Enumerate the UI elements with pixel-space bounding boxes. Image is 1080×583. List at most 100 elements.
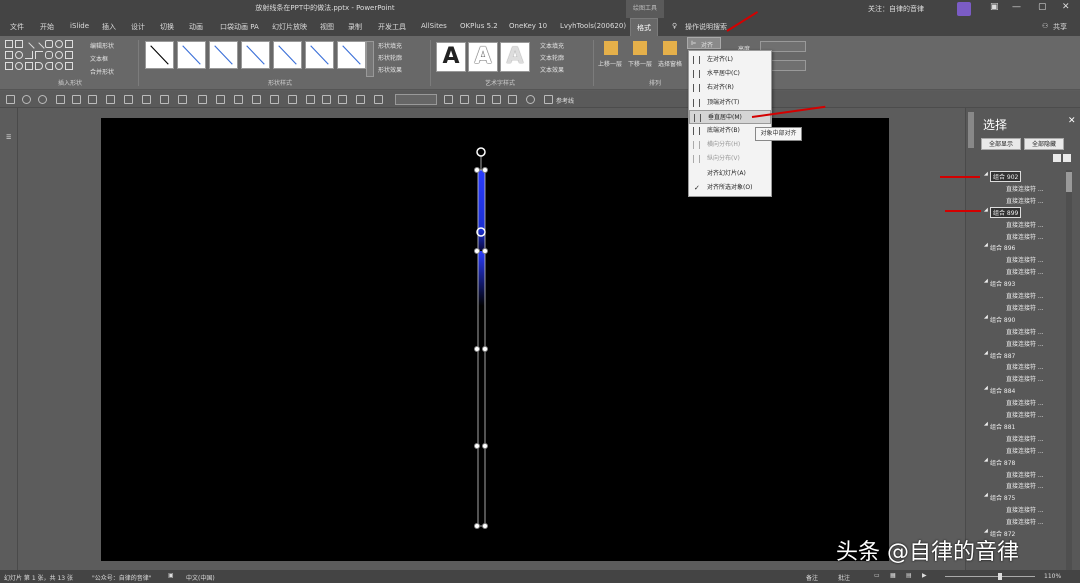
group-row[interactable]: ◢ 组合 893 <box>984 277 1066 289</box>
tab-animations[interactable]: 动画 <box>189 22 203 32</box>
shape-style-7[interactable] <box>337 41 366 69</box>
collapse-icon[interactable]: ◢ <box>984 350 988 356</box>
shapes-gallery[interactable] <box>5 40 80 76</box>
collapse-icon[interactable]: ◢ <box>984 242 988 248</box>
menu-item-align-left[interactable]: 左对齐(L) <box>689 53 771 67</box>
connector-row[interactable]: 直接连接符 ... <box>984 468 1066 480</box>
send-backward-icon[interactable] <box>633 41 647 55</box>
move-down-icon[interactable] <box>1063 154 1071 162</box>
collapse-icon[interactable]: ◢ <box>984 421 988 427</box>
tab-onekey[interactable]: OneKey 10 <box>509 22 547 30</box>
notes-button[interactable]: 备注 <box>806 573 818 582</box>
shape-style-1[interactable] <box>145 41 174 69</box>
format-painter-icon[interactable] <box>56 95 65 104</box>
menu-item-align-to-slide[interactable]: 对齐幻灯片(A) <box>689 167 771 181</box>
resize-handle[interactable] <box>482 248 488 254</box>
thumbnails-icon[interactable]: ☰ <box>6 134 11 141</box>
shape-fill-icon[interactable] <box>142 95 151 104</box>
connector-row[interactable]: 直接连接符 ... <box>984 289 1066 301</box>
connector-row[interactable]: 直接连接符 ... <box>984 337 1066 349</box>
resize-handle[interactable] <box>482 167 488 173</box>
collapse-icon[interactable]: ◢ <box>984 171 988 177</box>
connector-row[interactable]: 直接连接符 ... <box>984 360 1066 372</box>
tab-record[interactable]: 录制 <box>348 22 362 32</box>
collapse-icon[interactable]: ◢ <box>984 314 988 320</box>
align-button[interactable]: 对齐 ⊫ <box>687 37 721 49</box>
menu-item-align-selected[interactable]: ✓ 对齐所选对象(O) <box>689 181 771 195</box>
zoom-level[interactable]: 110% <box>1044 573 1061 580</box>
align-left-icon[interactable] <box>322 95 331 104</box>
merge-shapes-button[interactable]: 合并形状 <box>90 67 114 76</box>
ungroup-icon[interactable] <box>306 95 315 104</box>
resize-handle[interactable] <box>474 443 480 449</box>
tab-file[interactable]: 文件 <box>10 22 24 32</box>
maximize-icon[interactable]: ▢ <box>1038 2 1047 12</box>
image-icon[interactable] <box>444 95 453 104</box>
tab-pocket-animation[interactable]: 口袋动画 PA <box>220 22 259 32</box>
connector-row[interactable]: 直接连接符 ... <box>984 301 1066 313</box>
text-effects-button[interactable]: 文本效果 <box>540 65 564 74</box>
shape-fill-button[interactable]: 形状填充 <box>378 41 402 50</box>
close-icon[interactable]: ✕ <box>1062 2 1070 12</box>
slideshow-icon[interactable]: ▶ <box>922 572 927 579</box>
resize-handle[interactable] <box>474 167 480 173</box>
text-box-button[interactable]: 文本框 <box>90 54 108 63</box>
blue-bar-top[interactable] <box>478 170 485 250</box>
connector-row[interactable]: 直接连接符 ... <box>984 408 1066 420</box>
connector-row[interactable]: 直接连接符 ... <box>984 515 1066 527</box>
shape-style-3[interactable] <box>209 41 238 69</box>
shape-outline-button[interactable]: 形状轮廓 <box>378 53 402 62</box>
font-color-icon[interactable] <box>124 95 133 104</box>
tab-islide[interactable]: iSlide <box>70 22 89 30</box>
wordart-style-1[interactable]: A <box>436 42 466 72</box>
tab-insert[interactable]: 插入 <box>102 22 116 32</box>
tab-slideshow[interactable]: 幻灯片放映 <box>272 22 307 32</box>
share-icon[interactable]: ⚇ <box>1042 22 1048 30</box>
undo-icon[interactable] <box>22 95 31 104</box>
normal-view-icon[interactable]: ▭ <box>874 572 880 579</box>
text-highlight-icon[interactable] <box>338 95 347 104</box>
tab-developer[interactable]: 开发工具 <box>378 22 406 32</box>
tab-view[interactable]: 视图 <box>320 22 334 32</box>
pane-scrollbar-thumb[interactable] <box>1066 172 1072 192</box>
collapse-icon[interactable]: ◢ <box>984 492 988 498</box>
group-row[interactable]: ◢ 组合 884 <box>984 384 1066 396</box>
language-status[interactable]: 中文(中国) <box>186 573 215 582</box>
shape-style-4[interactable] <box>241 41 270 69</box>
reading-view-icon[interactable]: ▤ <box>906 572 912 579</box>
group-row[interactable]: ◢ 组合 878 <box>984 456 1066 468</box>
bring-front-icon[interactable] <box>374 95 383 104</box>
show-all-button[interactable]: 全部显示 <box>981 138 1021 150</box>
clear-icon[interactable] <box>492 95 501 104</box>
group-row[interactable]: ◢ 组合 896 <box>984 241 1066 253</box>
collapse-icon[interactable]: ◢ <box>984 207 988 213</box>
wordart-style-3[interactable]: A <box>500 42 530 72</box>
resize-handle[interactable] <box>482 346 488 352</box>
share-button[interactable]: 共享 <box>1053 22 1067 32</box>
comments-button[interactable]: 批注 <box>838 573 850 582</box>
group-row[interactable]: ◢ 组合 899 <box>984 206 1066 218</box>
resize-handle[interactable] <box>474 346 480 352</box>
distribute-icon[interactable] <box>216 95 225 104</box>
connector-row[interactable]: 直接连接符 ... <box>984 230 1066 242</box>
resize-handle[interactable] <box>482 523 488 529</box>
bring-forward-button[interactable]: 上移一层 <box>598 59 622 68</box>
ribbon-display-icon[interactable]: ▣ <box>990 2 999 12</box>
tab-allsites[interactable]: AllSites <box>421 22 447 30</box>
resize-handle[interactable] <box>474 523 480 529</box>
text-color-icon[interactable] <box>356 95 365 104</box>
collapse-icon[interactable]: ◢ <box>984 385 988 391</box>
tab-okplus[interactable]: OKPlus 5.2 <box>460 22 498 30</box>
tab-lvyhtools[interactable]: LvyhTools(200620) <box>560 22 626 30</box>
resize-handle[interactable] <box>474 248 480 254</box>
connector-row[interactable]: 直接连接符 ... <box>984 218 1066 230</box>
connector-row[interactable]: 直接连接符 ... <box>984 503 1066 515</box>
collapse-icon[interactable]: ◢ <box>984 278 988 284</box>
slide-sorter-icon[interactable]: ▦ <box>890 572 896 579</box>
crop-icon[interactable] <box>88 95 97 104</box>
account-name[interactable]: 关注：自律的音律 <box>868 4 924 14</box>
group-row[interactable]: ◢ 组合 902 <box>984 170 1066 182</box>
reference-line-checkbox[interactable] <box>544 95 553 104</box>
connector-row[interactable]: 直接连接符 ... <box>984 253 1066 265</box>
text-fill-button[interactable]: 文本填充 <box>540 41 564 50</box>
